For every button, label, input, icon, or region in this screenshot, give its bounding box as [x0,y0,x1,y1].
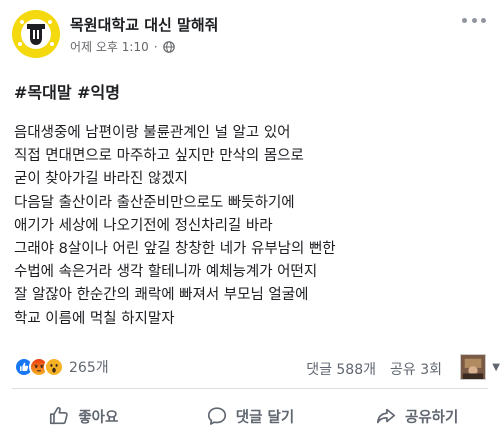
comment-count[interactable]: 댓글 588개 [306,362,376,378]
post-line: 학교 이름에 먹칠 하지말자 [14,310,175,327]
commenter-avatar[interactable] [460,354,486,380]
more-options-icon[interactable] [462,12,486,28]
post-meta: 어제 오후 1:10 · [70,38,175,55]
page-name[interactable]: 목원대학교 대신 말해줘 [70,14,218,35]
school-logo-icon [12,10,60,58]
post-hashtags[interactable]: #목대말 #익명 [14,79,120,103]
post-stats: 265개 댓글 588개 공유 3회 ▼ [14,354,500,380]
share-button[interactable]: 공유하기 [333,396,500,436]
post-line: 직접 면대면으로 마주하고 싶지만 만삭의 몸으로 [14,148,304,165]
comments-shares: 댓글 588개 공유 3회 [306,359,442,379]
comment-label: 댓글 달기 [235,409,295,426]
share-arrow-icon [376,408,396,424]
more-dot [481,17,486,23]
reactions-summary[interactable]: 265개 [14,357,109,377]
like-button[interactable]: 좋아요 [0,396,167,436]
post-line: 그래야 8살이나 어린 앞길 창창한 네가 유부남의 뻔한 [14,240,336,257]
divider [12,388,488,389]
like-label: 좋아요 [78,409,119,426]
share-count[interactable]: 공유 3회 [390,362,442,378]
chevron-down-icon[interactable]: ▼ [492,362,500,373]
post-timestamp[interactable]: 어제 오후 1:10 [70,38,149,55]
post-line: 굳이 찾아가길 바라진 않겠지 [14,171,188,188]
post-line: 수법에 속은거라 생각 할테니까 예체능계가 어떤지 [14,264,318,281]
more-dot [462,17,467,23]
page-avatar[interactable] [12,10,60,58]
globe-icon [162,40,175,53]
reaction-count: 265개 [69,360,109,376]
action-bar: 좋아요 댓글 달기 공유하기 [0,396,500,436]
post-line: 잘 알잖아 한순간의 쾌락에 빠져서 부모님 얼굴에 [14,287,309,304]
thumbs-up-icon [50,407,69,425]
share-label: 공유하기 [404,409,459,426]
more-dot [471,17,477,23]
post-body: 음대생중에 남편이랑 불륜관계인 널 알고 있어 직접 면대면으로 마주하고 싶… [14,122,486,331]
wow-reaction-icon [44,357,64,377]
post-line: 애기가 세상에 나오기전에 정신차리길 바라 [14,217,273,234]
comment-button[interactable]: 댓글 달기 [167,396,334,436]
post-header: 목원대학교 대신 말해줘 어제 오후 1:10 · [12,10,488,58]
meta-separator: · [153,39,158,54]
post-line: 음대생중에 남편이랑 불륜관계인 널 알고 있어 [14,125,291,141]
comment-bubble-icon [207,407,226,425]
post-line: 다음달 출산이라 출산준비만으로도 빠듯하기에 [14,194,295,211]
